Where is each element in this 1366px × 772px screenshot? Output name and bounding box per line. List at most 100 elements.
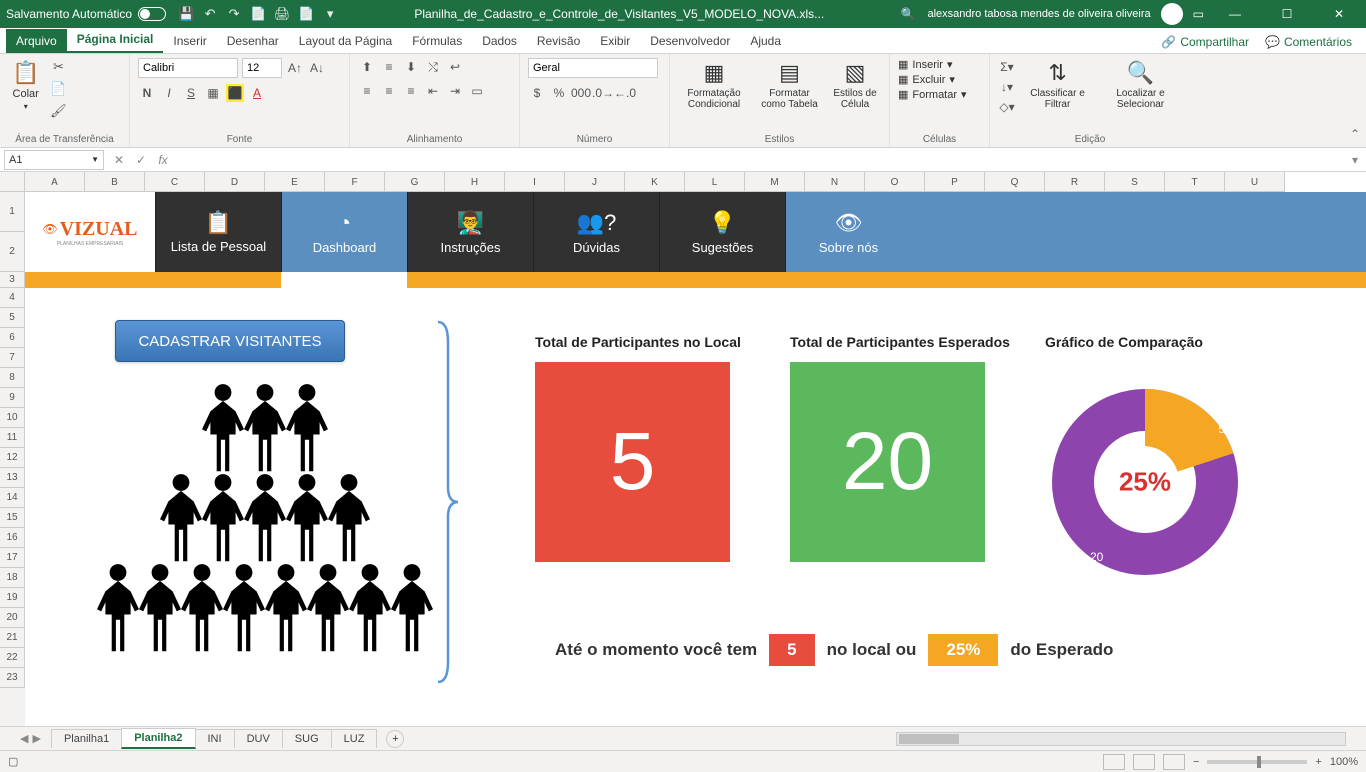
row-header[interactable]: 7 bbox=[0, 348, 25, 368]
cancel-icon[interactable]: ✕ bbox=[108, 149, 130, 171]
column-header[interactable]: B bbox=[85, 172, 145, 192]
wrap-text-icon[interactable]: ↩ bbox=[446, 58, 464, 76]
sheet-tab-luz[interactable]: LUZ bbox=[331, 729, 378, 748]
column-header[interactable]: L bbox=[685, 172, 745, 192]
nav-duvidas[interactable]: 👥?Dúvidas bbox=[533, 192, 659, 272]
sheet-tab-sug[interactable]: SUG bbox=[282, 729, 332, 748]
sheet-tab-planilha1[interactable]: Planilha1 bbox=[51, 729, 122, 748]
avatar[interactable] bbox=[1161, 3, 1183, 25]
increase-decimal-icon[interactable]: .0→ bbox=[594, 84, 612, 102]
row-header[interactable]: 12 bbox=[0, 448, 25, 468]
undo-icon[interactable]: ↶ bbox=[202, 6, 218, 22]
tab-ajuda[interactable]: Ajuda bbox=[740, 29, 791, 53]
format-painter-icon[interactable]: 🖌 bbox=[49, 102, 67, 120]
row-header[interactable]: 4 bbox=[0, 288, 25, 308]
column-header[interactable]: Q bbox=[985, 172, 1045, 192]
row-header[interactable]: 14 bbox=[0, 488, 25, 508]
comments-button[interactable]: 💬 Comentários bbox=[1257, 31, 1360, 53]
tab-desenvolvedor[interactable]: Desenvolvedor bbox=[640, 29, 740, 53]
row-header[interactable]: 6 bbox=[0, 328, 25, 348]
row-header[interactable]: 22 bbox=[0, 648, 25, 668]
delete-button[interactable]: ▦ Excluir ▾ bbox=[898, 73, 981, 86]
find-select-button[interactable]: 🔍Localizar e Selecionar bbox=[1099, 58, 1182, 112]
horizontal-scrollbar[interactable] bbox=[896, 732, 1346, 746]
qat-icon-5[interactable]: 🖨 bbox=[274, 6, 290, 22]
row-header[interactable]: 9 bbox=[0, 388, 25, 408]
column-header[interactable]: K bbox=[625, 172, 685, 192]
tab-prev-icon[interactable]: ◀ bbox=[20, 732, 28, 745]
format-button[interactable]: ▦ Formatar ▾ bbox=[898, 88, 981, 101]
insert-button[interactable]: ▦ Inserir ▾ bbox=[898, 58, 981, 71]
column-header[interactable]: P bbox=[925, 172, 985, 192]
font-color-icon[interactable]: A bbox=[248, 84, 266, 102]
column-header[interactable]: H bbox=[445, 172, 505, 192]
column-header[interactable]: C bbox=[145, 172, 205, 192]
share-button[interactable]: 🔗 Compartilhar bbox=[1153, 31, 1257, 53]
increase-font-icon[interactable]: A↑ bbox=[286, 59, 304, 77]
column-header[interactable]: O bbox=[865, 172, 925, 192]
row-header[interactable]: 2 bbox=[0, 232, 25, 272]
add-sheet-button[interactable]: + bbox=[386, 730, 404, 748]
autosave-toggle[interactable]: Salvamento Automático bbox=[6, 7, 166, 21]
nav-sugestoes[interactable]: 💡Sugestões bbox=[659, 192, 785, 272]
cadastrar-visitantes-button[interactable]: CADASTRAR VISITANTES bbox=[115, 320, 345, 362]
column-header[interactable]: I bbox=[505, 172, 565, 192]
zoom-level[interactable]: 100% bbox=[1330, 756, 1358, 768]
row-header[interactable]: 19 bbox=[0, 588, 25, 608]
column-header[interactable]: R bbox=[1045, 172, 1105, 192]
redo-icon[interactable]: ↷ bbox=[226, 6, 242, 22]
decrease-indent-icon[interactable]: ⇤ bbox=[424, 82, 442, 100]
fx-icon[interactable]: fx bbox=[152, 149, 174, 171]
italic-button[interactable]: I bbox=[160, 84, 178, 102]
cell-styles-button[interactable]: ▧Estilos de Célula bbox=[829, 58, 881, 112]
tab-dados[interactable]: Dados bbox=[472, 29, 527, 53]
row-header[interactable]: 8 bbox=[0, 368, 25, 388]
tab-inserir[interactable]: Inserir bbox=[163, 29, 216, 53]
row-header[interactable]: 17 bbox=[0, 548, 25, 568]
column-header[interactable]: T bbox=[1165, 172, 1225, 192]
column-header[interactable]: F bbox=[325, 172, 385, 192]
align-right-icon[interactable]: ≡ bbox=[402, 82, 420, 100]
row-header[interactable]: 16 bbox=[0, 528, 25, 548]
tab-desenhar[interactable]: Desenhar bbox=[217, 29, 289, 53]
increase-indent-icon[interactable]: ⇥ bbox=[446, 82, 464, 100]
tab-exibir[interactable]: Exibir bbox=[590, 29, 640, 53]
zoom-out-icon[interactable]: − bbox=[1193, 756, 1199, 768]
tab-pagina-inicial[interactable]: Página Inicial bbox=[67, 27, 164, 53]
chevron-down-icon[interactable]: ▾ bbox=[322, 6, 338, 22]
align-top-icon[interactable]: ⬆ bbox=[358, 58, 376, 76]
font-size-select[interactable] bbox=[242, 58, 282, 78]
zoom-slider[interactable] bbox=[1207, 760, 1307, 764]
tab-revisao[interactable]: Revisão bbox=[527, 29, 590, 53]
align-left-icon[interactable]: ≡ bbox=[358, 82, 376, 100]
row-header[interactable]: 15 bbox=[0, 508, 25, 528]
cut-icon[interactable]: ✂ bbox=[49, 58, 67, 76]
decrease-decimal-icon[interactable]: ←.0 bbox=[616, 84, 634, 102]
fill-icon[interactable]: ↓▾ bbox=[998, 78, 1016, 96]
tab-layout[interactable]: Layout da Página bbox=[289, 29, 402, 53]
row-header[interactable]: 21 bbox=[0, 628, 25, 648]
font-name-select[interactable] bbox=[138, 58, 238, 78]
conditional-formatting-button[interactable]: ▦Formatação Condicional bbox=[678, 58, 750, 112]
row-header[interactable]: 11 bbox=[0, 428, 25, 448]
save-icon[interactable]: 💾 bbox=[178, 6, 194, 22]
row-header[interactable]: 18 bbox=[0, 568, 25, 588]
number-format-select[interactable] bbox=[528, 58, 658, 78]
confirm-icon[interactable]: ✓ bbox=[130, 149, 152, 171]
copy-icon[interactable]: 📄 bbox=[49, 80, 67, 98]
nav-lista-pessoal[interactable]: 📋Lista de Pessoal bbox=[155, 192, 281, 272]
search-icon[interactable]: 🔍 bbox=[901, 7, 916, 21]
format-as-table-button[interactable]: ▤Formatar como Tabela bbox=[756, 58, 823, 112]
merge-icon[interactable]: ▭ bbox=[468, 82, 486, 100]
row-header[interactable]: 10 bbox=[0, 408, 25, 428]
fill-color-icon[interactable]: ⬛ bbox=[226, 84, 244, 102]
qat-icon-4[interactable]: 📄 bbox=[250, 6, 266, 22]
collapse-ribbon-icon[interactable]: ⌃ bbox=[1344, 121, 1366, 147]
name-box[interactable]: A1▼ bbox=[4, 150, 104, 170]
comma-icon[interactable]: 000 bbox=[572, 84, 590, 102]
underline-button[interactable]: S bbox=[182, 84, 200, 102]
toggle-switch[interactable] bbox=[138, 7, 166, 21]
qat-icon-6[interactable]: 📄 bbox=[298, 6, 314, 22]
autosum-icon[interactable]: Σ▾ bbox=[998, 58, 1016, 76]
row-header[interactable]: 23 bbox=[0, 668, 25, 688]
